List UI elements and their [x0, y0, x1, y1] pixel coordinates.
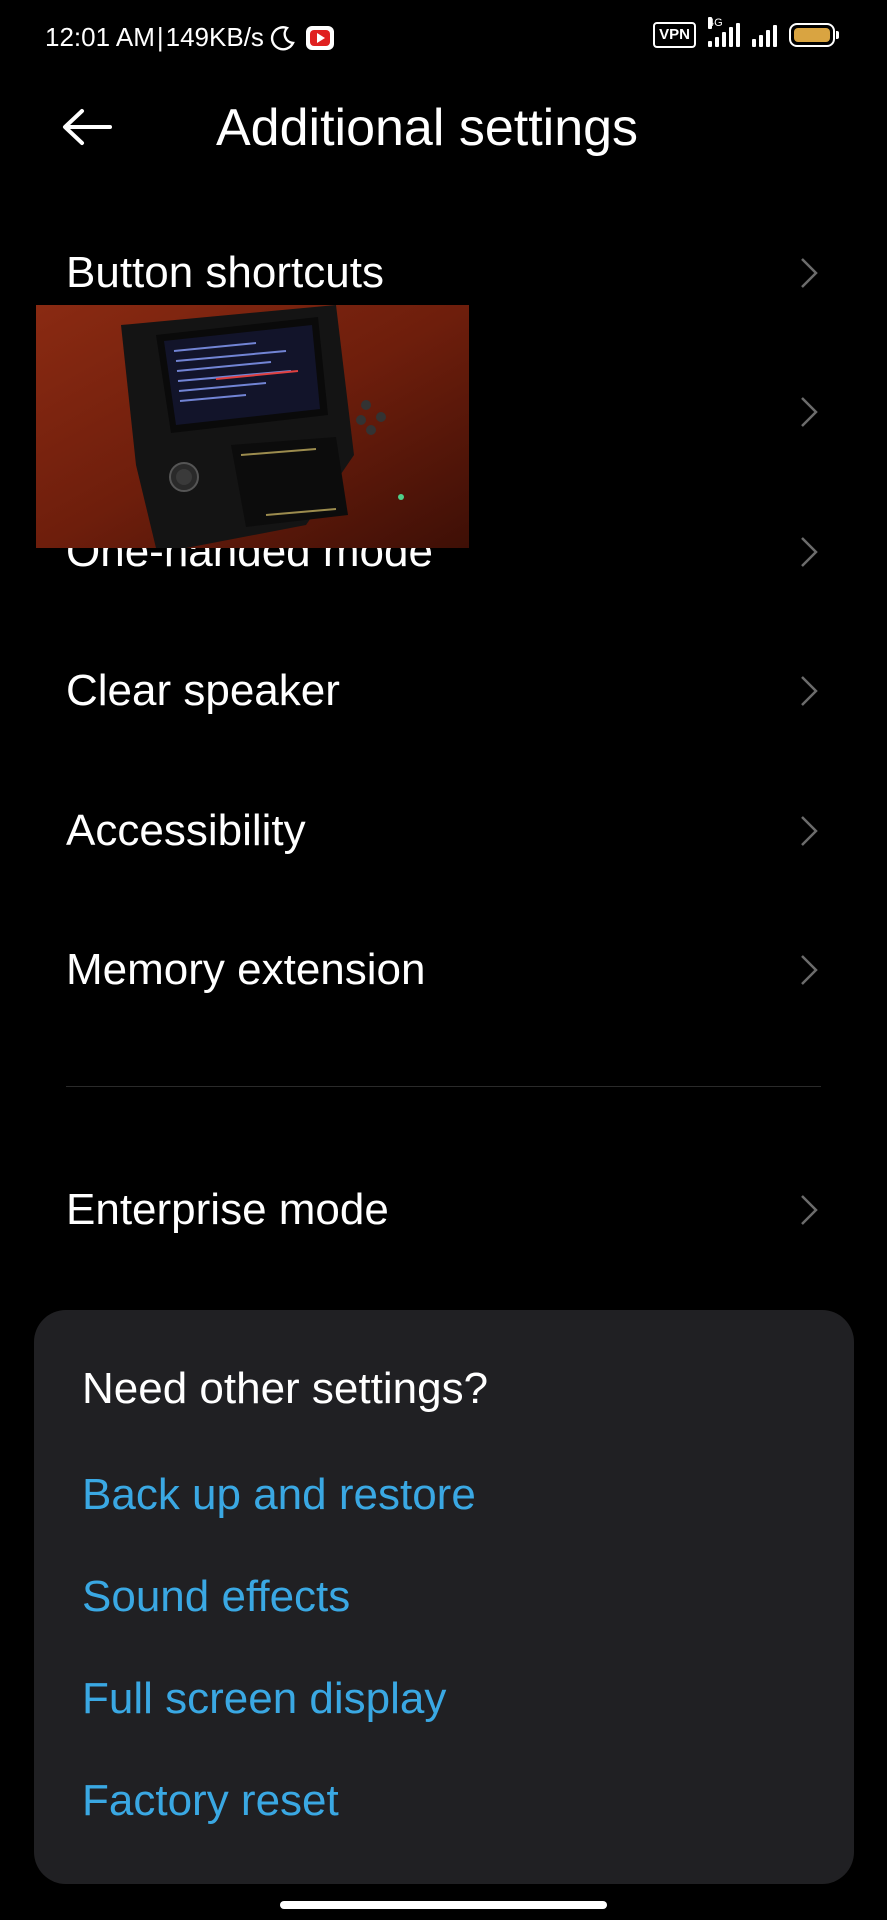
divider — [66, 1086, 821, 1087]
status-right: VPN 4G — [653, 17, 839, 48]
page-title: Additional settings — [216, 99, 639, 157]
youtube-icon — [305, 25, 334, 50]
card-title: Need other settings? — [82, 1364, 489, 1413]
status-time: 12:01 AM — [45, 22, 155, 52]
screen: 12:01 AM | 149KB/s VPN 4G Additional set… — [0, 0, 887, 1920]
enterprise-mode-item[interactable]: Enterprise mode — [0, 1149, 887, 1269]
battery-fill — [794, 28, 830, 42]
status-left: 12:01 AM | 149KB/s — [45, 22, 334, 53]
memory-extension-item[interactable]: Memory extension — [0, 909, 887, 1029]
vpn-badge: VPN — [653, 22, 696, 48]
status-separator: | — [156, 22, 164, 52]
chevron-right-icon — [799, 395, 819, 429]
chevron-right-icon — [799, 953, 819, 987]
factory-reset-link[interactable]: Factory reset — [82, 1776, 339, 1826]
chevron-right-icon — [799, 814, 819, 848]
arrow-left-icon — [63, 109, 112, 145]
signal-icon — [752, 23, 777, 47]
video-frame — [36, 305, 469, 548]
chevron-right-icon — [799, 674, 819, 708]
chevron-right-icon — [799, 1193, 819, 1227]
clear-speaker-item[interactable]: Clear speaker — [0, 630, 887, 750]
chevron-right-icon — [799, 256, 819, 290]
signal-4g-icon: 4G — [708, 17, 740, 47]
home-indicator[interactable] — [280, 1901, 607, 1909]
item-label: Button shortcuts — [66, 248, 384, 297]
header: Additional settings — [0, 88, 887, 168]
full-screen-display-link[interactable]: Full screen display — [82, 1674, 446, 1724]
status-bar: 12:01 AM | 149KB/s VPN 4G — [0, 0, 887, 80]
accessibility-item[interactable]: Accessibility — [0, 770, 887, 890]
item-label: Clear speaker — [66, 666, 340, 715]
battery-icon — [789, 23, 839, 47]
moon-icon — [270, 25, 296, 51]
chevron-right-icon — [799, 535, 819, 569]
network-type: 4G — [708, 17, 723, 29]
item-label: Enterprise mode — [66, 1185, 389, 1234]
item-label: Memory extension — [66, 945, 426, 994]
other-settings-card: Need other settings? Back up and restore… — [34, 1310, 854, 1884]
back-button[interactable] — [60, 102, 130, 152]
network-speed: 149KB/s — [165, 22, 264, 52]
sound-effects-link[interactable]: Sound effects — [82, 1572, 350, 1622]
back-up-and-restore-link[interactable]: Back up and restore — [82, 1470, 476, 1520]
item-label: Accessibility — [66, 806, 306, 855]
picture-in-picture-video[interactable] — [36, 305, 469, 548]
